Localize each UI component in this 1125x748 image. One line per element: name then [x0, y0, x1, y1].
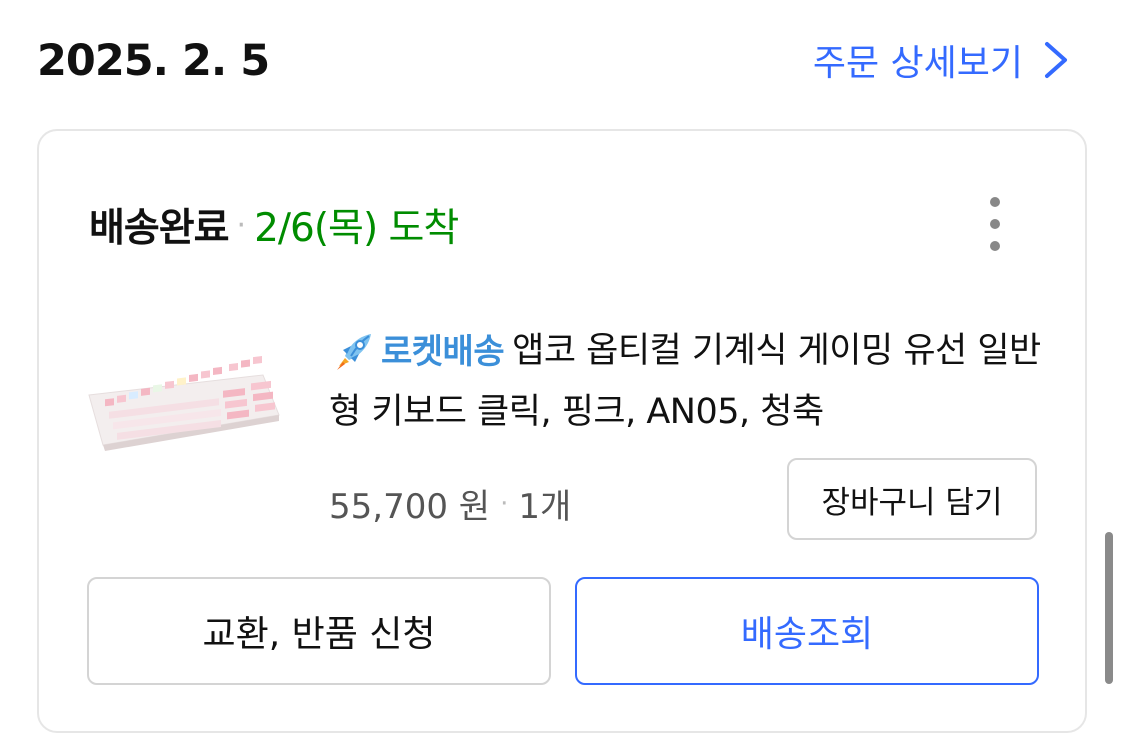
- exchange-return-button[interactable]: 교환, 반품 신청: [87, 577, 551, 685]
- scrollbar[interactable]: [1105, 532, 1113, 684]
- delivery-status-row: 배송완료 · 2/6(목) 도착: [89, 197, 459, 253]
- status-separator: ·: [236, 207, 247, 243]
- product-price: 55,700 원: [329, 487, 491, 527]
- more-dot-icon: [990, 197, 1000, 207]
- more-options-button[interactable]: [975, 197, 1015, 251]
- arrival-date: 2/6(목) 도착: [254, 206, 459, 251]
- order-detail-label: 주문 상세보기: [812, 43, 1023, 84]
- order-detail-link[interactable]: 주문 상세보기: [813, 34, 1071, 86]
- price-separator: ·: [500, 488, 509, 519]
- price-row: 55,700 원 · 1개: [329, 479, 571, 528]
- add-to-cart-button[interactable]: 장바구니 담기: [787, 458, 1037, 540]
- product-title-block[interactable]: 로켓배송 앱코 옵티컬 기계식 게이밍 유선 일반형 키보드 클릭, 핑크, A…: [329, 321, 1049, 442]
- rocket-icon: [337, 334, 371, 370]
- rocket-delivery-badge: 로켓배송: [329, 322, 505, 382]
- rocket-delivery-label: 로켓배송: [381, 332, 505, 372]
- delivery-status-label: 배송완료: [89, 206, 230, 251]
- order-page: 2025. 2. 5 주문 상세보기 배송완료 · 2/6(목) 도착 로켓배송…: [0, 0, 1125, 748]
- track-delivery-button[interactable]: 배송조회: [575, 577, 1039, 685]
- product-quantity: 1개: [518, 487, 572, 527]
- keyboard-product-image[interactable]: [83, 353, 283, 463]
- order-card: 배송완료 · 2/6(목) 도착 로켓배송 앱코 옵티컬 기계식 게이밍 유선 …: [37, 129, 1087, 733]
- chevron-right-icon: [1045, 42, 1067, 78]
- order-date: 2025. 2. 5: [37, 36, 270, 86]
- more-dot-icon: [990, 219, 1000, 229]
- more-dot-icon: [990, 241, 1000, 251]
